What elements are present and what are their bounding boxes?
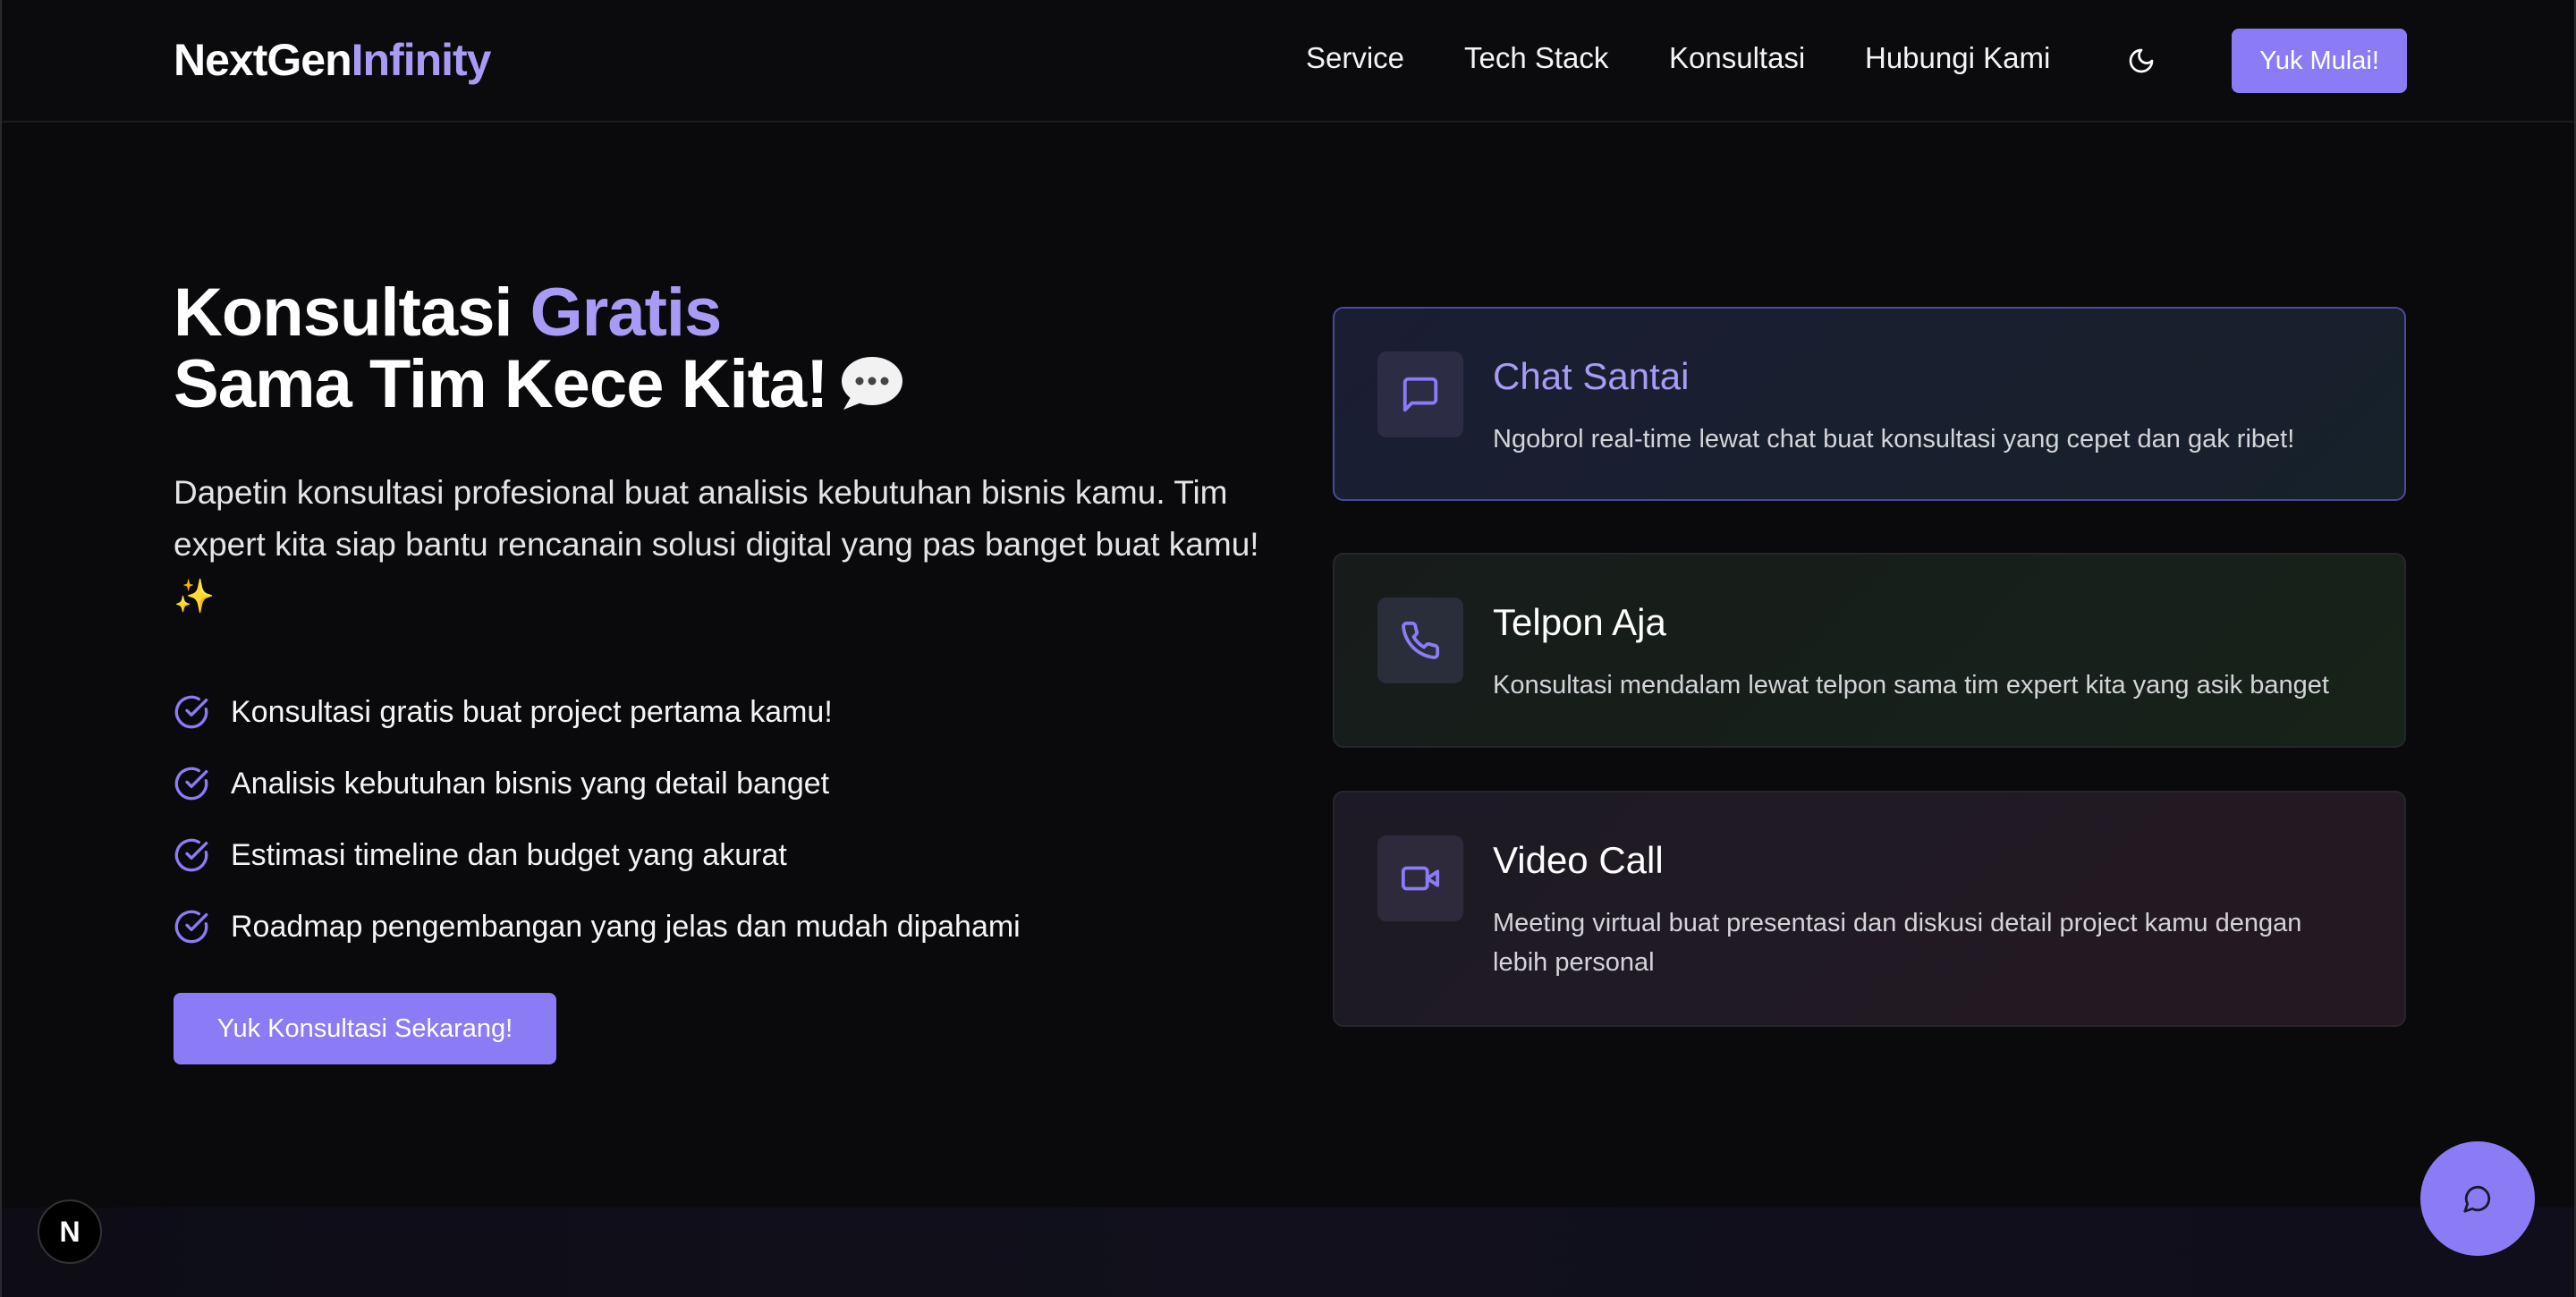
- checklist-item: Estimasi timeline dan budget yang akurat: [174, 819, 1021, 891]
- check-circle-icon: [174, 695, 208, 729]
- nav-link-service[interactable]: Service: [1306, 41, 1404, 75]
- yuk-konsultasi-button[interactable]: Yuk Konsultasi Sekarang!: [174, 993, 556, 1064]
- card-description: Ngobrol real-time lewat chat buat konsul…: [1493, 425, 2295, 454]
- moon-icon: [2129, 48, 2154, 73]
- checklist-item-label: Estimasi timeline dan budget yang akurat: [231, 837, 787, 872]
- card-title: Telpon Aja: [1493, 601, 1666, 643]
- chat-fab-button[interactable]: [2420, 1141, 2535, 1256]
- chat-icon: [1402, 377, 1438, 412]
- benefit-checklist: Konsultasi gratis buat project pertama k…: [174, 676, 1021, 962]
- theme-toggle-button[interactable]: [2123, 43, 2159, 79]
- hero-title-part1: Konsultasi: [174, 275, 530, 351]
- check-circle-icon: [174, 910, 208, 944]
- card-title: Chat Santai: [1493, 355, 1690, 397]
- next-section-edge: [2, 1208, 2574, 1297]
- logo-text-next: NextGen: [174, 35, 352, 85]
- checklist-item-label: Konsultasi gratis buat project pertama k…: [231, 694, 833, 729]
- hero-title-accent: Gratis: [530, 275, 723, 351]
- yuk-mulai-button[interactable]: Yuk Mulai!: [2232, 29, 2407, 93]
- navbar: NextGenInfinity Service Tech Stack Konsu…: [2, 0, 2574, 123]
- page: NextGenInfinity Service Tech Stack Konsu…: [0, 0, 2576, 1297]
- hero-title: Konsultasi Gratis Sama Tim Kece Kita!: [174, 277, 904, 420]
- card-icon-box: [1377, 598, 1463, 683]
- hero-description: Dapetin konsultasi profesional buat anal…: [174, 474, 1259, 615]
- checklist-item: Analisis kebutuhan bisnis yang detail ba…: [174, 748, 1021, 819]
- nextjs-dev-badge[interactable]: N: [38, 1200, 102, 1264]
- check-circle-icon: [174, 767, 208, 801]
- check-circle-icon: [174, 838, 208, 872]
- checklist-item: Roadmap pengembangan yang jelas dan muda…: [174, 891, 1021, 962]
- card-description: Meeting virtual buat presentasi dan disk…: [1493, 909, 2302, 977]
- card-description: Konsultasi mendalam lewat telpon sama ti…: [1493, 671, 2329, 699]
- nav-link-konsultasi[interactable]: Konsultasi: [1669, 41, 1805, 75]
- checklist-item: Konsultasi gratis buat project pertama k…: [174, 676, 1021, 748]
- checklist-item-label: Roadmap pengembangan yang jelas dan muda…: [231, 909, 1021, 944]
- speech-bubble-icon: [842, 356, 903, 410]
- consult-option-phone[interactable]: Telpon Aja Konsultasi mendalam lewat tel…: [1333, 553, 2406, 748]
- logo-text-infinity: Infinity: [351, 35, 492, 85]
- nav-link-tech-stack[interactable]: Tech Stack: [1464, 41, 1608, 75]
- consult-option-video[interactable]: Video Call Meeting virtual buat presenta…: [1333, 791, 2406, 1027]
- consult-option-chat[interactable]: Chat Santai Ngobrol real-time lewat chat…: [1333, 307, 2406, 501]
- card-icon-box: [1377, 352, 1463, 437]
- nav-link-hubungi-kami[interactable]: Hubungi Kami: [1865, 41, 2050, 75]
- card-title: Video Call: [1493, 839, 1664, 881]
- card-icon-box: [1377, 835, 1463, 921]
- phone-icon: [1402, 621, 1440, 659]
- logo[interactable]: NextGenInfinity: [174, 34, 491, 86]
- checklist-item-label: Analisis kebutuhan bisnis yang detail ba…: [231, 766, 830, 801]
- hero-title-line2: Sama Tim Kece Kita!: [174, 346, 828, 422]
- video-icon: [1401, 866, 1440, 891]
- chat-bubble-icon: [2463, 1185, 2491, 1213]
